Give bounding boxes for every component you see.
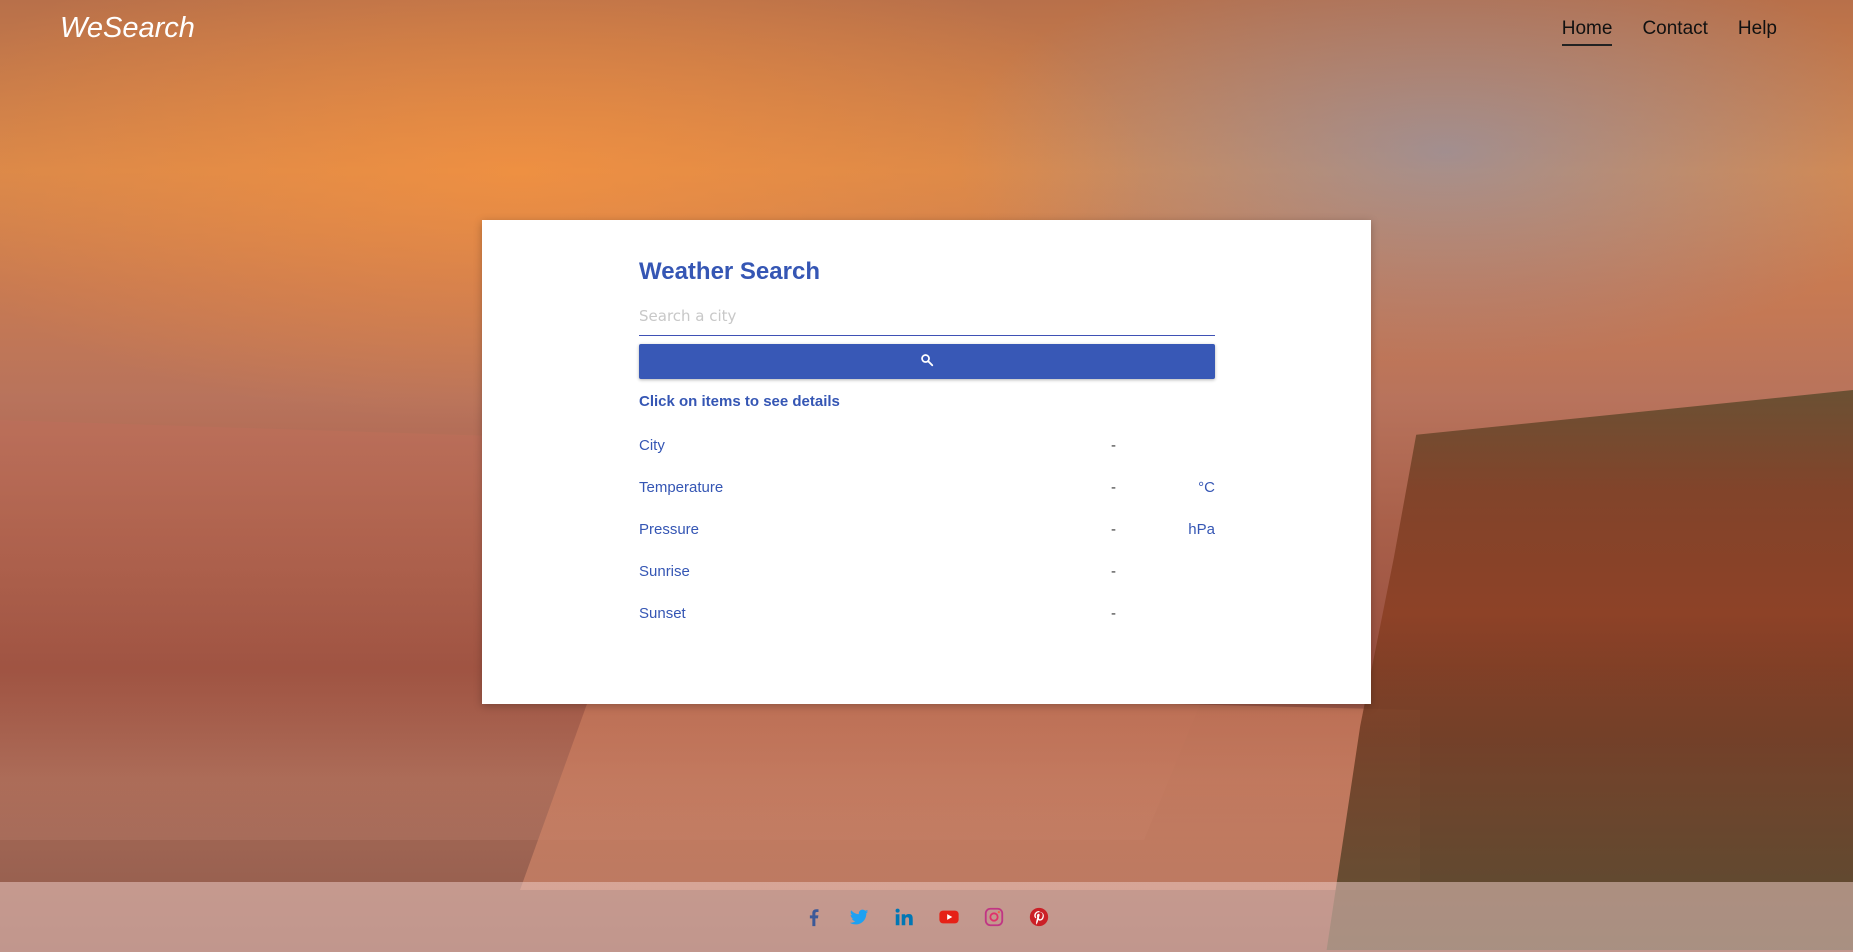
site-logo[interactable]: WeSearch: [60, 12, 195, 45]
weather-card-content: Weather Search Click on items to see det…: [639, 220, 1215, 637]
linkedin-icon[interactable]: [892, 905, 916, 929]
card-title: Weather Search: [639, 258, 820, 285]
details-hint: Click on items to see details: [639, 393, 840, 410]
facebook-icon[interactable]: [802, 905, 826, 929]
nav-contact-link[interactable]: Contact: [1642, 18, 1707, 46]
footer: [0, 882, 1853, 952]
search-icon: [920, 353, 934, 370]
detail-row-city[interactable]: City -: [639, 427, 1215, 469]
background-beach: [520, 690, 1420, 890]
detail-unit: hPa: [1188, 521, 1215, 538]
detail-label: Temperature: [639, 479, 724, 496]
weather-details-list: City - Temperature - °C Pressure - hPa S…: [639, 427, 1215, 637]
instagram-icon[interactable]: [982, 905, 1006, 929]
city-search-input[interactable]: [639, 298, 1215, 336]
detail-unit: °C: [1198, 479, 1215, 496]
detail-value: -: [1111, 563, 1116, 580]
search-button[interactable]: [639, 344, 1215, 379]
pinterest-icon[interactable]: [1027, 905, 1051, 929]
detail-label: Pressure: [639, 521, 700, 538]
youtube-icon[interactable]: [937, 905, 961, 929]
detail-label: Sunrise: [639, 563, 690, 580]
detail-value: -: [1111, 605, 1116, 622]
background-cliff: [1326, 390, 1853, 950]
detail-row-sunrise[interactable]: Sunrise -: [639, 553, 1215, 595]
twitter-icon[interactable]: [847, 905, 871, 929]
nav-help-link[interactable]: Help: [1738, 18, 1777, 46]
detail-value: -: [1111, 437, 1116, 454]
detail-label: Sunset: [639, 605, 686, 622]
detail-row-temperature[interactable]: Temperature - °C: [639, 469, 1215, 511]
detail-value: -: [1111, 479, 1116, 496]
detail-label: City: [639, 437, 665, 454]
detail-row-pressure[interactable]: Pressure - hPa: [639, 511, 1215, 553]
detail-row-sunset[interactable]: Sunset -: [639, 595, 1215, 637]
main-nav: Home Contact Help: [1561, 18, 1777, 46]
detail-value: -: [1111, 521, 1116, 538]
weather-card: Weather Search Click on items to see det…: [482, 220, 1371, 704]
nav-home-link[interactable]: Home: [1561, 18, 1613, 46]
